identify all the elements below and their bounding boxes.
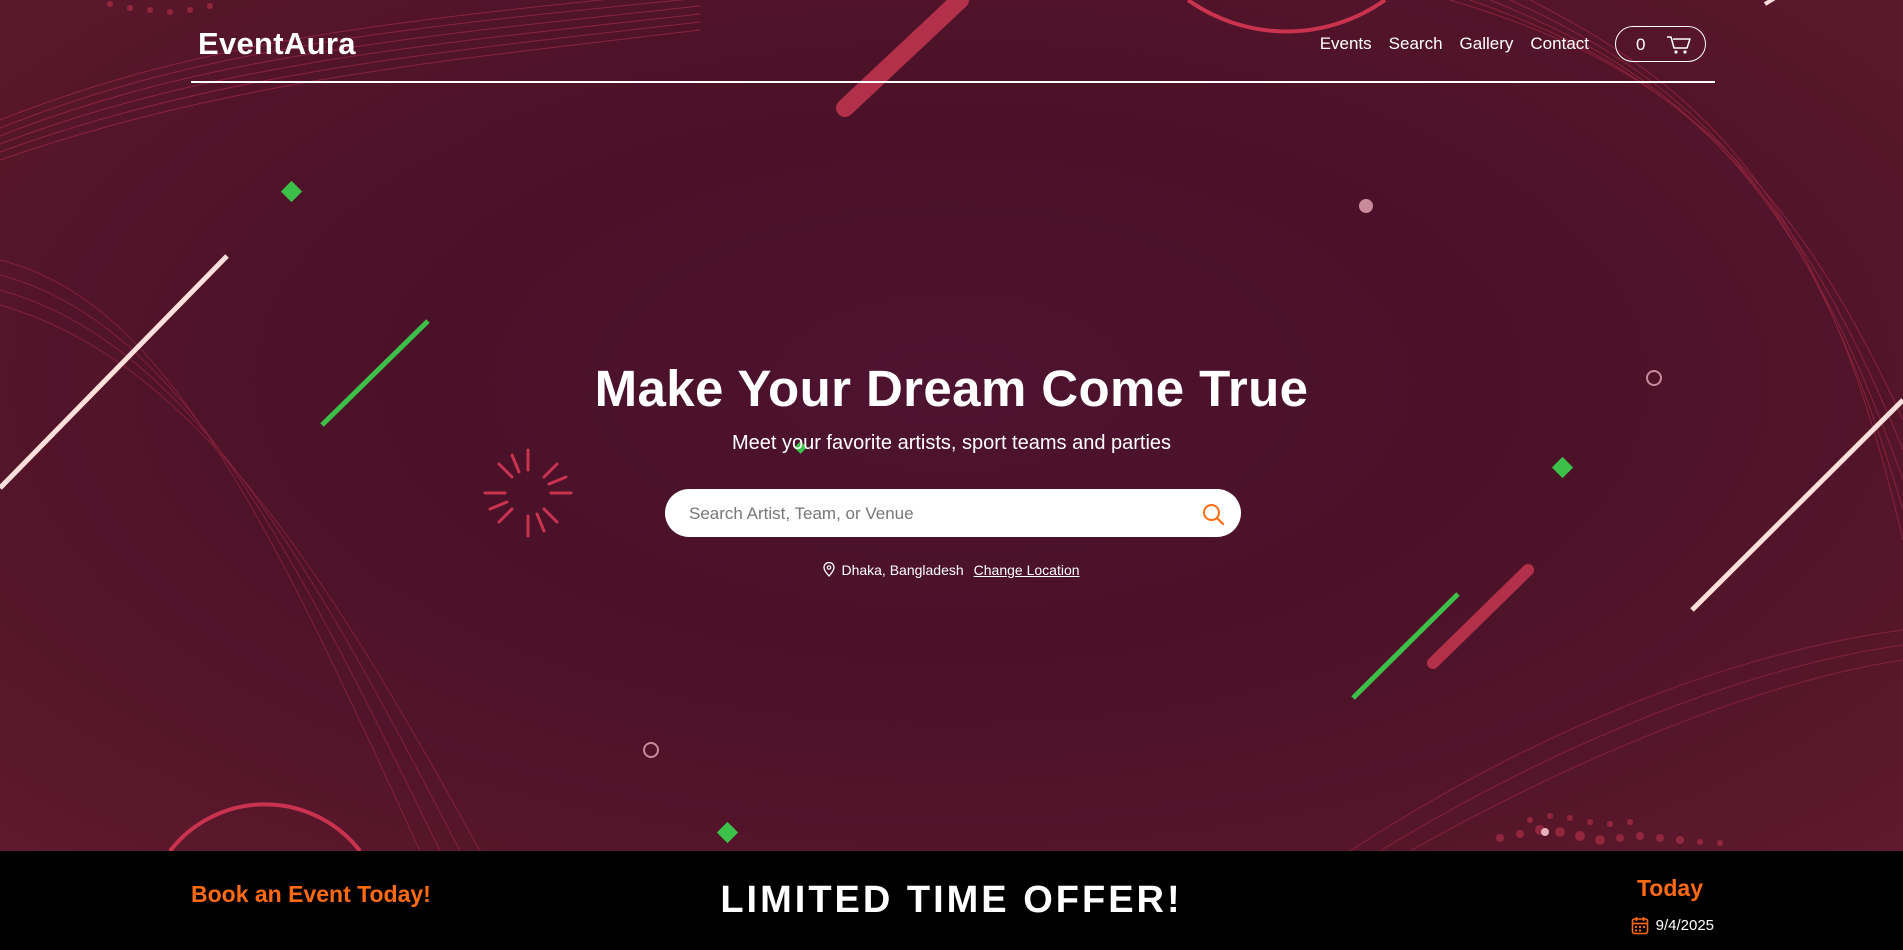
green-diamond xyxy=(1551,456,1574,479)
dot xyxy=(1359,199,1373,213)
nav-link-gallery[interactable]: Gallery xyxy=(1460,34,1514,54)
arc-decoration xyxy=(168,802,362,851)
wave-lines-left xyxy=(0,259,481,851)
search-icon[interactable] xyxy=(1201,502,1225,526)
top-navbar: EventAura Events Search Gallery Contact … xyxy=(191,0,1715,83)
search-input[interactable] xyxy=(687,489,1171,539)
nav-link-search[interactable]: Search xyxy=(1389,34,1443,54)
brand-logo[interactable]: EventAura xyxy=(198,26,356,62)
nav-link-events[interactable]: Events xyxy=(1320,34,1372,54)
decorative-background xyxy=(0,0,1903,851)
green-diamond xyxy=(716,821,739,844)
hero-section: EventAura Events Search Gallery Contact … xyxy=(0,0,1903,851)
white-line xyxy=(1763,0,1776,6)
cart-icon xyxy=(1667,36,1691,54)
location-text: Dhaka, Bangladesh xyxy=(841,562,964,578)
hero-subline: Meet your favorite artists, sport teams … xyxy=(731,432,1172,454)
hero-headline: Make Your Dream Come True xyxy=(594,360,1309,417)
search-bar xyxy=(665,489,1241,539)
ring xyxy=(643,742,659,758)
change-location-link[interactable]: Change Location xyxy=(974,562,1080,578)
location-row: Dhaka, Bangladesh Change Location xyxy=(0,562,1903,578)
cart-count: 0 xyxy=(1636,35,1646,54)
green-diamond xyxy=(280,180,303,203)
today-date-row: 9/4/2025 xyxy=(1631,916,1714,935)
calendar-icon xyxy=(1631,917,1648,935)
offer-bar: Book an Event Today! LIMITED TIME OFFER!… xyxy=(0,851,1903,950)
location-pin-icon xyxy=(823,562,836,577)
burst-decoration xyxy=(483,448,573,538)
nav-link-contact[interactable]: Contact xyxy=(1530,34,1589,54)
date-text: 9/4/2025 xyxy=(1655,917,1714,934)
limited-offer-text: LIMITED TIME OFFER! xyxy=(720,879,1183,921)
nav-links: Events Search Gallery Contact xyxy=(1320,34,1589,54)
dot-pattern xyxy=(1496,813,1723,846)
today-label: Today xyxy=(1636,875,1703,901)
dot xyxy=(1541,828,1549,836)
cart-button[interactable]: 0 xyxy=(1615,26,1706,62)
red-bar xyxy=(1427,564,1534,669)
